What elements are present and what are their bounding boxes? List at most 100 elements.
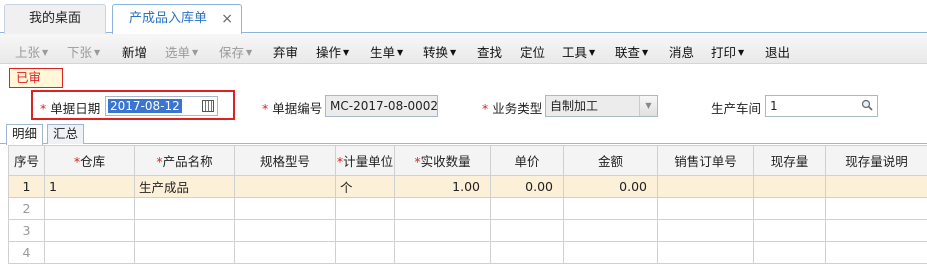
cell-spec[interactable] [234,241,336,264]
cell-product[interactable]: 生产成品 [134,175,235,198]
cell-so[interactable] [657,219,754,242]
cell-stock[interactable] [753,241,826,264]
column-header[interactable]: 现存量说明 [825,145,927,176]
tab-bar: 我的桌面 产成品入库单 × [0,0,927,34]
toolbar-button-2[interactable]: 新增 [122,42,147,61]
cell-stock_note[interactable] [825,219,927,242]
toolbar-button-3[interactable]: 选单 ▼ [165,42,198,61]
cell-spec[interactable] [234,219,336,242]
required-mark: * [262,101,269,116]
cell-qty[interactable]: 1.00 [394,175,491,198]
column-header[interactable]: 金额 [563,145,658,176]
toolbar-button-7[interactable]: 生单 ▼ [370,42,403,61]
cell-stock[interactable] [753,197,826,220]
cell-product[interactable] [134,219,235,242]
cell-stock_note[interactable] [825,197,927,220]
cell-spec[interactable] [234,175,336,198]
code-field[interactable]: MC-2017-08-0002 [325,95,438,117]
cell-unit[interactable] [335,197,395,220]
cell-stock_note[interactable] [825,241,927,264]
tab-finished-goods-inbound[interactable]: 产成品入库单 × [112,4,242,34]
cell-unit[interactable] [335,219,395,242]
cell-amount[interactable] [563,197,658,220]
toolbar-button-14[interactable]: 打印 ▼ [711,42,744,61]
column-header-label: 序号 [13,154,39,169]
cell-stock_note[interactable] [825,175,927,198]
cell-price[interactable]: 0.00 [490,175,564,198]
toolbar-button-9[interactable]: 查找 [477,42,502,61]
toolbar-button-5[interactable]: 弃审 [273,42,298,61]
cell-product[interactable] [134,197,235,220]
cell-warehouse[interactable] [44,219,135,242]
column-header-label: 金额 [597,154,623,169]
calendar-icon[interactable] [202,100,214,112]
code-label-text: 单据编号 [272,101,323,116]
workshop-field[interactable]: 1 [765,95,878,117]
chevron-down-icon[interactable]: ▼ [639,96,657,116]
cell-qty[interactable] [394,197,491,220]
cell-amount[interactable] [563,219,658,242]
type-value: 自制加工 [550,99,599,113]
cell-spec[interactable] [234,197,336,220]
cell-amount[interactable] [563,241,658,264]
cell-unit[interactable] [335,241,395,264]
column-header[interactable]: 序号 [8,145,45,176]
column-header[interactable]: *产品名称 [134,145,235,176]
grid-header: 序号 *仓库 *产品名称 规格型号 *计量单位 *实收数量 单价 金额 销售订单号 现存量 现存量说… [8,145,927,176]
toolbar-button-0[interactable]: 上张 ▼ [15,42,48,61]
column-header[interactable]: *实收数量 [394,145,491,176]
table-row[interactable]: 1 1 生产成品个 1.00 0.00 0.00 [8,175,927,198]
toolbar-button-8[interactable]: 转换 ▼ [423,42,456,61]
cell-price[interactable] [490,219,564,242]
tab-detail[interactable]: 明细 [6,124,43,145]
toolbar-button-1[interactable]: 下张 ▼ [67,42,100,61]
column-header[interactable]: *计量单位 [335,145,395,176]
cell-amount[interactable]: 0.00 [563,175,658,198]
toolbar-button-4[interactable]: 保存 ▼ [219,42,252,61]
column-header[interactable]: 现存量 [753,145,826,176]
tab-desktop[interactable]: 我的桌面 [4,4,106,34]
cell-product[interactable] [134,241,235,264]
tab-summary[interactable]: 汇总 [47,124,84,144]
close-icon[interactable]: × [221,5,233,33]
table-row[interactable]: 4 [8,241,927,264]
cell-qty[interactable] [394,219,491,242]
column-header[interactable]: 规格型号 [234,145,336,176]
cell-warehouse[interactable] [44,197,135,220]
cell-warehouse[interactable] [44,241,135,264]
cell-price[interactable] [490,241,564,264]
table-row[interactable]: 3 [8,219,927,242]
toolbar-button-12[interactable]: 联查 ▼ [615,42,648,61]
cell-no: 2 [8,197,45,220]
type-select[interactable]: 自制加工 ▼ [545,95,658,117]
toolbar-button-10[interactable]: 定位 [520,42,545,61]
toolbar-button-label: 上张 [15,45,41,60]
cell-so[interactable] [657,241,754,264]
column-header[interactable]: 单价 [490,145,564,176]
column-header-label: 实收数量 [420,154,471,169]
cell-price[interactable] [490,197,564,220]
cell-so[interactable] [657,197,754,220]
cell-warehouse[interactable]: 1 [44,175,135,198]
toolbar-button-label: 定位 [520,45,546,60]
chevron-down-icon: ▼ [42,48,49,57]
toolbar-button-15[interactable]: 退出 [765,42,790,61]
toolbar-button-6[interactable]: 操作 ▼ [316,42,349,61]
toolbar-button-11[interactable]: 工具 ▼ [562,42,595,61]
cell-stock[interactable] [753,175,826,198]
column-header[interactable]: 销售订单号 [657,145,754,176]
column-header[interactable]: *仓库 [44,145,135,176]
search-icon[interactable] [861,99,873,111]
chevron-down-icon: ▼ [589,48,596,57]
workshop-value: 1 [770,99,778,113]
toolbar-button-13[interactable]: 消息 [669,42,694,61]
column-header-label: 产品名称 [162,154,213,169]
table-row[interactable]: 2 [8,197,927,220]
cell-stock[interactable] [753,219,826,242]
chevron-down-icon: ▼ [642,48,649,57]
date-input[interactable]: 2017-08-12 [105,96,218,116]
toolbar-button-label: 操作 [316,45,342,60]
cell-qty[interactable] [394,241,491,264]
cell-unit[interactable]: 个 [335,175,395,198]
cell-so[interactable] [657,175,754,198]
